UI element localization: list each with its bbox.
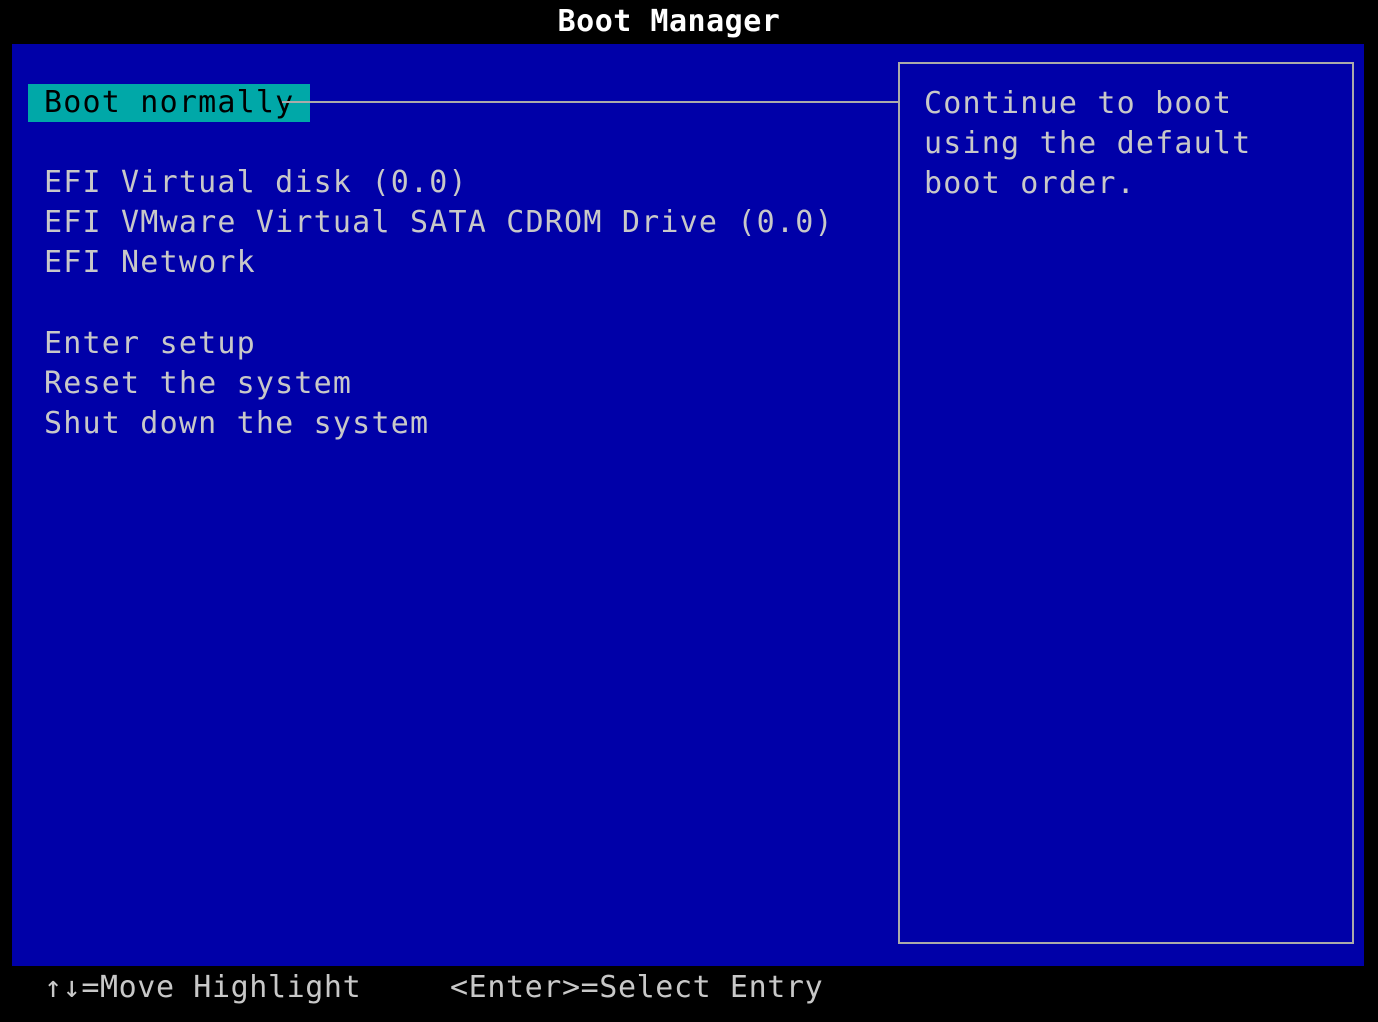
help-text: Continue to boot using the default boot … bbox=[924, 86, 1271, 201]
title-bar: Boot Manager bbox=[0, 0, 1378, 44]
menu-item-efi-vmware-sata-cdrom[interactable]: EFI VMware Virtual SATA CDROM Drive (0.0… bbox=[44, 205, 834, 241]
boot-menu: Boot normally EFI Virtual disk (0.0) EFI… bbox=[28, 84, 888, 464]
window-title: Boot Manager bbox=[557, 4, 781, 39]
menu-item-shut-down[interactable]: Shut down the system bbox=[44, 406, 429, 442]
selection-connector-line bbox=[282, 101, 898, 103]
boot-manager-panel: Boot normally EFI Virtual disk (0.0) EFI… bbox=[12, 44, 1364, 966]
help-panel: Continue to boot using the default boot … bbox=[898, 62, 1354, 944]
move-highlight-hint: ↑↓=Move Highlight bbox=[44, 970, 362, 1005]
menu-item-reset-system[interactable]: Reset the system bbox=[44, 366, 352, 402]
menu-item-boot-normally[interactable]: Boot normally bbox=[28, 84, 311, 122]
footer-bar: ↑↓=Move Highlight <Enter>=Select Entry bbox=[0, 966, 1378, 1022]
menu-item-efi-network[interactable]: EFI Network bbox=[44, 245, 256, 281]
menu-item-enter-setup[interactable]: Enter setup bbox=[44, 326, 256, 362]
menu-item-efi-virtual-disk[interactable]: EFI Virtual disk (0.0) bbox=[44, 165, 468, 201]
select-entry-hint: <Enter>=Select Entry bbox=[450, 970, 824, 1005]
